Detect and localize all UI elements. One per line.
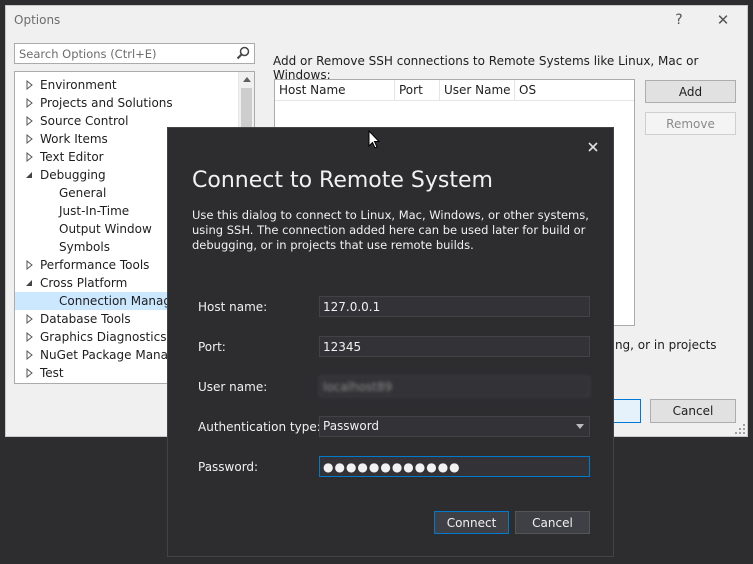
column-header-os[interactable]: OS [515,80,634,101]
tree-item-label: General [59,186,107,200]
chevron-down-icon[interactable] [576,424,584,429]
resize-grip-icon[interactable] [734,423,746,435]
help-button[interactable]: ? [669,10,689,30]
remove-connection-button[interactable]: Remove [645,112,736,135]
tree-item[interactable]: Projects and Solutions [15,94,239,112]
tree-item-label: Text Templating [40,382,134,383]
options-cancel-button[interactable]: Cancel [650,399,736,423]
tree-item-label: Test [40,366,64,380]
connect-button[interactable]: Connect [434,511,509,534]
options-window-title: Options [14,13,61,27]
host-name-field[interactable] [319,296,590,317]
collapse-arrow-icon[interactable] [25,274,35,292]
dialog-title: Connect to Remote System [192,168,493,193]
tree-item-label: NuGet Package Manager [40,348,188,362]
tree-item-label: Cross Platform [40,276,128,290]
column-header-user-name[interactable]: User Name [440,80,515,101]
expand-arrow-icon[interactable] [25,382,35,384]
tree-item-label: Debugging [40,168,106,182]
close-icon[interactable] [586,140,600,154]
host-name-label: Host name: [198,300,268,314]
expand-arrow-icon[interactable] [25,346,35,364]
port-field[interactable] [319,336,590,357]
tree-item-label: Connection Manager [59,294,184,308]
tree-item-label: Environment [40,78,117,92]
expand-arrow-icon[interactable] [25,256,35,274]
close-window-button[interactable]: ✕ [713,10,733,30]
tree-item-label: Just-In-Time [59,204,130,218]
authentication-type-label: Authentication type: [198,420,321,434]
scroll-up-icon[interactable] [242,75,252,83]
expand-arrow-icon[interactable] [25,148,35,166]
tree-item-label: Database Tools [40,312,131,326]
tree-item-label: Graphics Diagnostics [40,330,167,344]
expand-arrow-icon[interactable] [25,94,35,112]
mouse-pointer-icon [368,130,380,149]
column-header-host-name[interactable]: Host Name [275,80,395,101]
search-icon[interactable] [235,45,251,61]
tree-item-label: Symbols [59,240,110,254]
tree-item-label: Output Window [59,222,152,236]
tree-item-label: Source Control [40,114,129,128]
tree-item-label: Projects and Solutions [40,96,173,110]
search-box[interactable] [14,43,255,64]
tree-item-label: Text Editor [40,150,104,164]
port-label: Port: [198,340,226,354]
connect-to-remote-system-dialog: Connect to Remote System Use this dialog… [167,127,614,557]
expand-arrow-icon[interactable] [25,328,35,346]
add-connection-button[interactable]: Add [645,80,736,103]
dialog-cancel-button[interactable]: Cancel [515,511,590,534]
column-header-port[interactable]: Port [395,80,440,101]
password-field[interactable] [319,456,590,477]
expand-arrow-icon[interactable] [25,130,35,148]
expand-arrow-icon[interactable] [25,112,35,130]
collapse-arrow-icon[interactable] [25,166,35,184]
user-name-label: User name: [198,380,268,394]
authentication-type-value: Password [323,419,380,433]
tree-item-label: Performance Tools [40,258,150,272]
expand-arrow-icon[interactable] [25,364,35,382]
connection-hint-text: ging, or in projects [604,338,717,352]
tree-item[interactable]: Environment [15,76,239,94]
search-options-input[interactable] [15,44,235,63]
password-label: Password: [198,460,259,474]
authentication-type-dropdown[interactable]: Password [319,416,590,437]
ssh-connections-description: Add or Remove SSH connections to Remote … [273,54,699,82]
expand-arrow-icon[interactable] [25,76,35,94]
tree-item-label: Work Items [40,132,108,146]
expand-arrow-icon[interactable] [25,310,35,328]
user-name-field[interactable] [319,376,590,397]
dialog-description: Use this dialog to connect to Linux, Mac… [192,208,589,252]
